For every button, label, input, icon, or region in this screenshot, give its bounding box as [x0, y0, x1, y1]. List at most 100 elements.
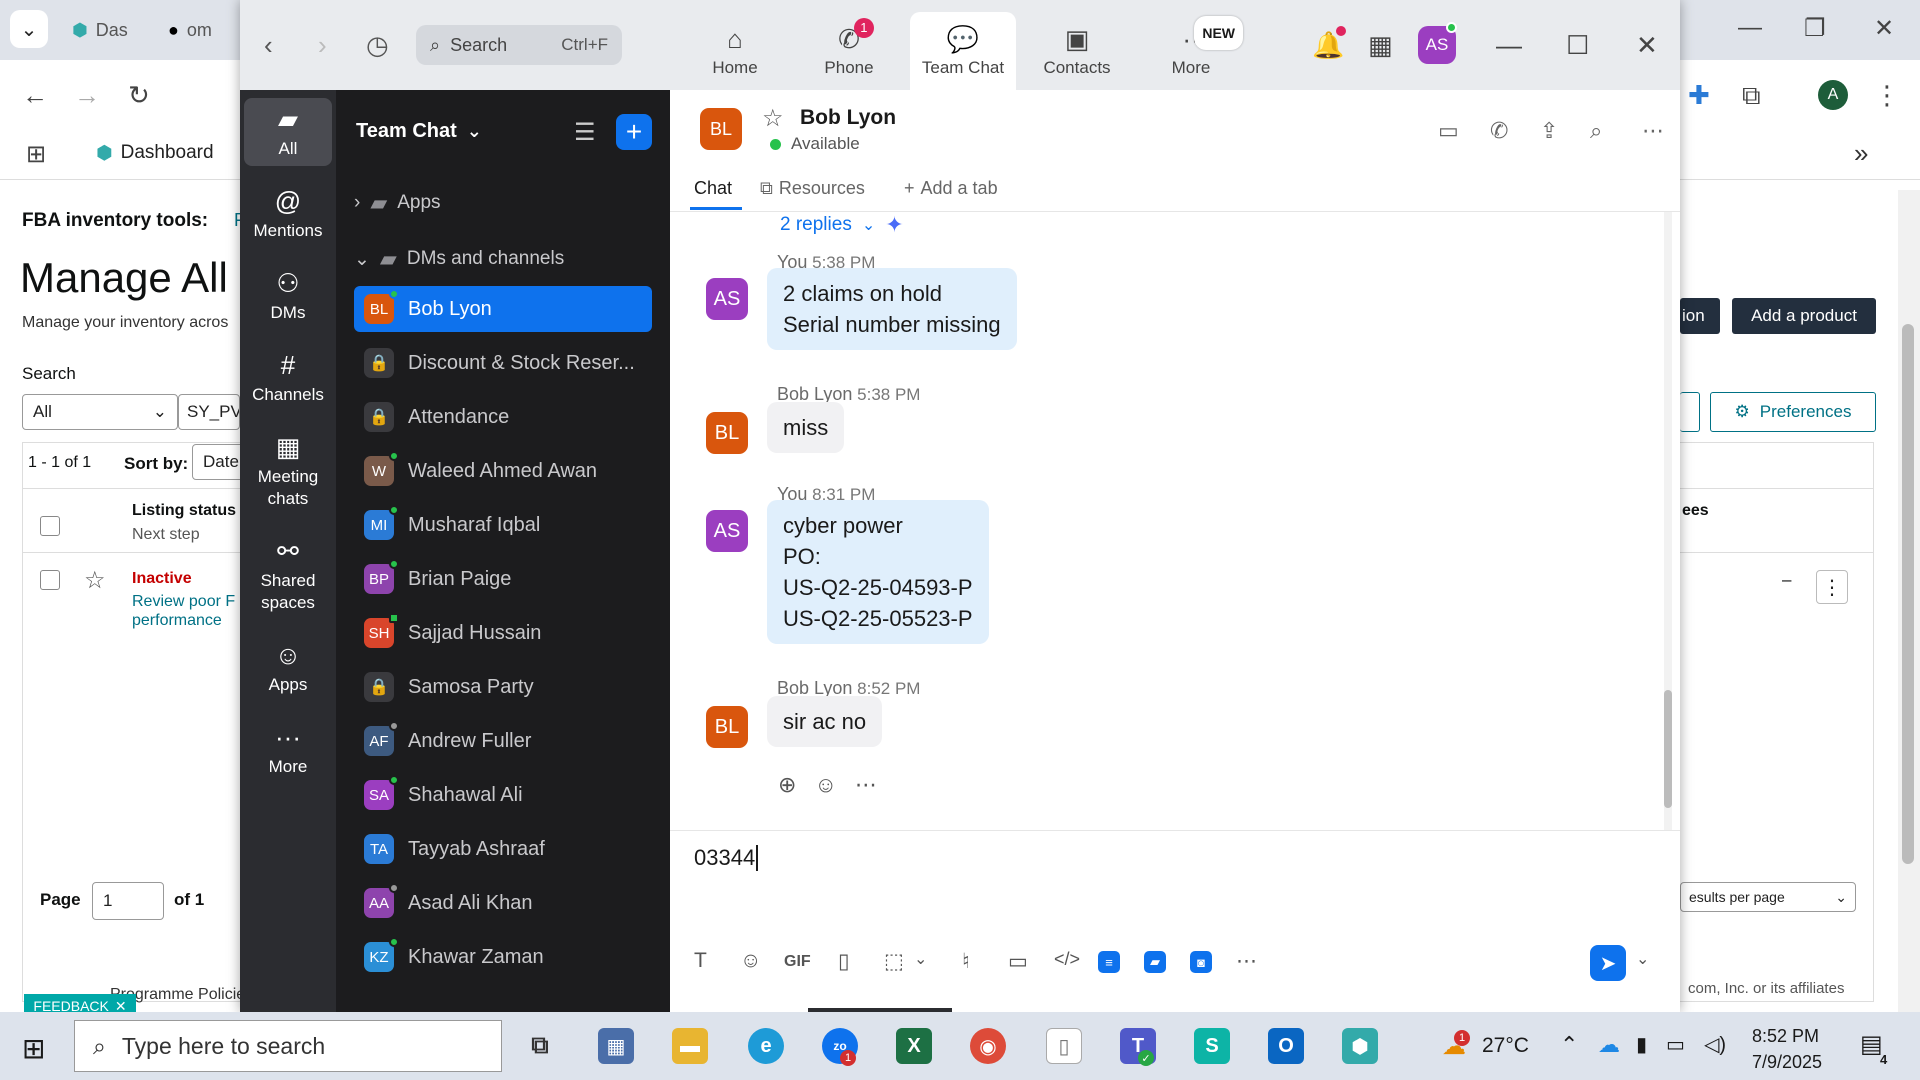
sidebar-item-sajjad[interactable]: SH Sajjad Hussain: [354, 610, 652, 656]
sparkle-icon[interactable]: ✦: [885, 212, 903, 238]
outlook-icon[interactable]: O: [1268, 1028, 1304, 1064]
message-bubble[interactable]: miss: [767, 402, 845, 453]
more-options-icon[interactable]: ⋯: [1642, 118, 1664, 144]
minimize-button[interactable]: —: [1738, 14, 1762, 42]
app-icon[interactable]: ▰: [1144, 951, 1166, 973]
select-all-checkbox[interactable]: [40, 516, 60, 536]
rail-all[interactable]: ▰ All: [244, 98, 332, 166]
sidebar-item-andrew[interactable]: AF Andrew Fuller: [354, 718, 652, 764]
search-input[interactable]: SY_PV: [178, 394, 240, 430]
sidebar-item-musharaf[interactable]: MI Musharaf Iqbal: [354, 502, 652, 548]
avatar[interactable]: BL: [706, 706, 748, 748]
column-listing-status[interactable]: Listing status: [132, 502, 236, 520]
edge-icon[interactable]: e: [748, 1028, 784, 1064]
emoji-reaction-icon[interactable]: ☺: [814, 772, 836, 798]
tab-chat[interactable]: Chat: [694, 178, 732, 199]
app-icon[interactable]: ≡: [1098, 951, 1120, 973]
avatar[interactable]: BL: [706, 412, 748, 454]
video-icon[interactable]: ▭: [1438, 118, 1459, 144]
new-chat-button[interactable]: +: [616, 114, 652, 150]
back-icon[interactable]: ←: [22, 80, 48, 111]
star-icon[interactable]: ☆: [762, 104, 784, 133]
avatar[interactable]: AS: [706, 278, 748, 320]
sidebar-item-samosa[interactable]: 🔒 Samosa Party: [354, 664, 652, 710]
more-icon[interactable]: ⋯: [855, 772, 877, 798]
clock-time[interactable]: 8:52 PM: [1752, 1026, 1819, 1047]
forward-icon[interactable]: ›: [318, 30, 327, 61]
history-icon[interactable]: ◷: [366, 30, 389, 61]
rail-apps[interactable]: ☺ Apps: [244, 634, 332, 702]
puzzle-icon[interactable]: ⧉: [1742, 80, 1761, 112]
close-icon[interactable]: ✕: [1636, 30, 1658, 61]
calendar-icon[interactable]: ▦: [1368, 30, 1393, 61]
nav-team-chat[interactable]: 💬 Team Chat: [910, 12, 1016, 90]
nav-phone[interactable]: ✆ 1 Phone: [796, 12, 902, 90]
microphone-icon[interactable]: ♮: [962, 949, 970, 974]
page-scrollbar[interactable]: [1898, 190, 1920, 1026]
sidebar-item-khawar[interactable]: KZ Khawar Zaman: [354, 934, 652, 980]
browser-menu-icon[interactable]: ⋮: [1874, 80, 1900, 111]
preferences-button[interactable]: ⚙ Preferences: [1710, 392, 1876, 432]
screenshot-icon[interactable]: ⬚: [884, 949, 904, 974]
volume-icon[interactable]: ◁): [1704, 1032, 1726, 1057]
minimize-icon[interactable]: —: [1496, 30, 1522, 61]
contact-name[interactable]: Bob Lyon: [800, 106, 896, 130]
close-button[interactable]: ✕: [1874, 14, 1894, 43]
sidebar-title[interactable]: Team Chat ⌄: [356, 120, 482, 143]
back-icon[interactable]: ‹: [264, 30, 273, 61]
app-icon[interactable]: ◙: [1190, 951, 1212, 973]
app-s-icon[interactable]: S: [1194, 1028, 1230, 1064]
sidebar-item-waleed[interactable]: W Waleed Ahmed Awan: [354, 448, 652, 494]
forward-icon[interactable]: →: [74, 80, 100, 111]
sidebar-item-attendance[interactable]: 🔒 Attendance: [354, 394, 652, 440]
reload-icon[interactable]: ↻: [128, 80, 150, 111]
sidebar-item-asad[interactable]: AA Asad Ali Khan: [354, 880, 652, 926]
partial-button[interactable]: [1680, 392, 1700, 432]
chat-scroll-thumb[interactable]: [1664, 690, 1672, 808]
filter-select[interactable]: All ⌄: [22, 394, 178, 430]
chevron-down-icon[interactable]: ⌄: [1636, 949, 1649, 969]
extension-icon[interactable]: ✚: [1688, 80, 1710, 111]
bookmark-dashboard[interactable]: ⬢ Dashboard: [96, 142, 214, 165]
reply-icon[interactable]: ⊕: [778, 772, 796, 798]
sidebar-item-discount[interactable]: 🔒 Discount & Stock Reser...: [354, 340, 652, 386]
message-input[interactable]: 03344: [694, 845, 759, 871]
emoji-icon[interactable]: ☺: [740, 949, 761, 973]
add-product-button[interactable]: Add a product: [1732, 298, 1876, 334]
browser-tab[interactable]: ● om: [168, 12, 212, 48]
search-icon[interactable]: ⌕: [1590, 118, 1602, 144]
sidebar-item-brian[interactable]: BP Brian Paige: [354, 556, 652, 602]
file-icon[interactable]: ▯: [838, 949, 850, 974]
avatar[interactable]: AS: [706, 510, 748, 552]
rail-meeting-chats[interactable]: ▦ Meeting chats: [244, 426, 332, 516]
message-bubble[interactable]: 2 claims on hold Serial number missing: [767, 268, 1017, 350]
file-explorer-icon[interactable]: ▬: [672, 1028, 708, 1064]
row-checkbox[interactable]: [40, 570, 60, 590]
rail-shared-spaces[interactable]: ⚯ Shared spaces: [244, 530, 332, 620]
chevron-down-icon[interactable]: ⌄: [914, 949, 927, 969]
thread-replies-link[interactable]: 2 replies ⌄ ✦: [780, 212, 904, 238]
nav-contacts[interactable]: ▣ Contacts: [1024, 12, 1130, 90]
chrome-icon[interactable]: ◉: [970, 1028, 1006, 1064]
notepad-icon[interactable]: ▯: [1046, 1028, 1082, 1064]
code-icon[interactable]: </>: [1054, 949, 1080, 970]
more-tools-icon[interactable]: ⋯: [1236, 949, 1257, 974]
share-screen-icon[interactable]: ⇪: [1540, 118, 1558, 144]
rail-mentions[interactable]: @ Mentions: [244, 180, 332, 248]
send-button[interactable]: ➤: [1590, 945, 1626, 981]
apps-grid-icon[interactable]: ⊞: [26, 140, 46, 169]
action-button[interactable]: ion: [1680, 298, 1720, 334]
tab-resources[interactable]: ⧉ Resources: [760, 178, 865, 199]
message-bubble[interactable]: cyber power PO: US-Q2-25-04593-P US-Q2-2…: [767, 500, 989, 644]
tab-search-button[interactable]: ⌄: [10, 10, 48, 48]
page-input[interactable]: 1: [92, 882, 164, 920]
rail-dms[interactable]: ⚇ DMs: [244, 262, 332, 330]
page-scroll-thumb[interactable]: [1902, 324, 1914, 864]
taskbar-search[interactable]: ⌕ Type here to search: [74, 1020, 502, 1072]
tab-add[interactable]: + Add a tab: [904, 178, 998, 199]
sidebar-item-tayyab[interactable]: TA Tayyab Ashraaf: [354, 826, 652, 872]
maximize-icon[interactable]: ☐: [1566, 30, 1589, 61]
onedrive-icon[interactable]: ☁: [1598, 1032, 1620, 1058]
clock-date[interactable]: 7/9/2025: [1752, 1052, 1822, 1073]
star-icon[interactable]: ☆: [84, 566, 106, 595]
